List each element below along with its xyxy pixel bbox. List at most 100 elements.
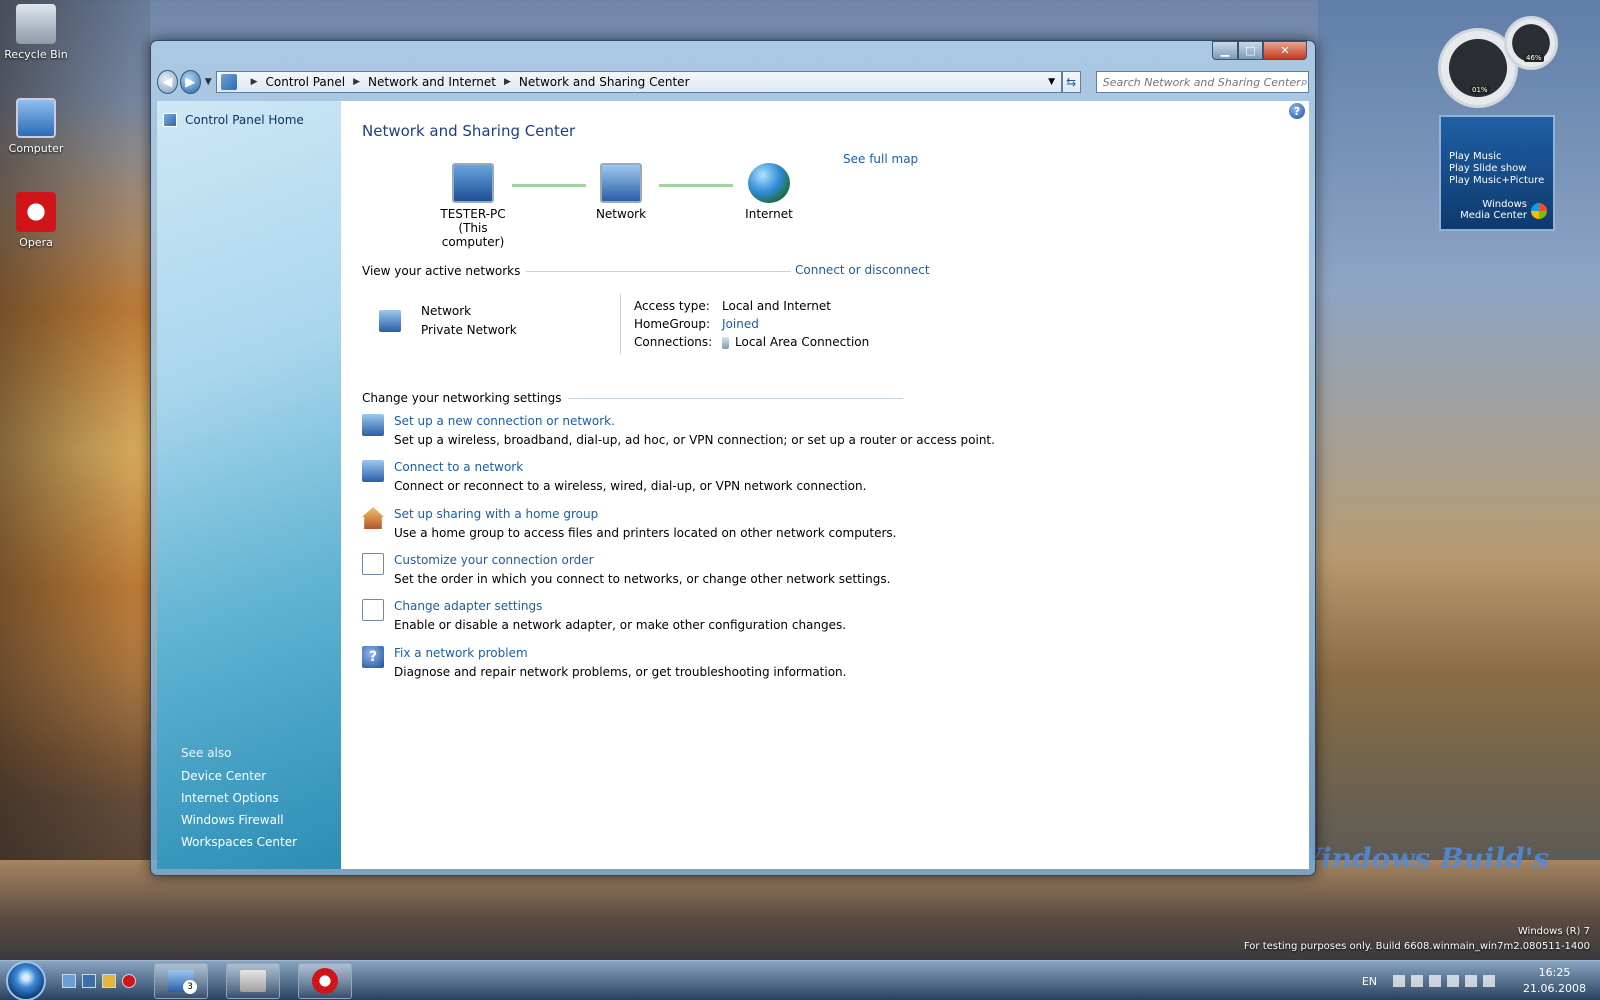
task-title[interactable]: Customize your connection order: [394, 553, 890, 567]
show-hidden-icons-icon[interactable]: [1393, 975, 1406, 987]
media-item-play-music-picture[interactable]: Play Music+Picture: [1449, 175, 1553, 186]
volume-icon[interactable]: [1483, 975, 1496, 987]
watermark-line-1: Windows (R) 7: [1517, 926, 1590, 937]
media-item-play-slideshow[interactable]: Play Slide show: [1449, 163, 1553, 174]
search-icon[interactable]: ⌕: [1301, 75, 1308, 90]
recent-pages-dropdown[interactable]: ▼: [205, 77, 212, 87]
opera-icon[interactable]: [122, 973, 136, 988]
task-desc: Set the order in which you connect to ne…: [394, 572, 891, 586]
taskbar-network-button[interactable]: 3: [154, 962, 208, 999]
task-adapter-settings[interactable]: Change adapter settings Enable or disabl…: [362, 599, 846, 632]
see-also-workspaces-center[interactable]: Workspaces Center: [181, 835, 297, 849]
recycle-bin-icon: [16, 4, 56, 44]
taskbar-control-panel-button[interactable]: [226, 962, 280, 999]
map-node-network[interactable]: Network: [591, 163, 651, 221]
show-desktop-icon[interactable]: [62, 973, 76, 988]
task-connection-order[interactable]: Customize your connection order Set the …: [362, 553, 890, 586]
see-also-header: See also: [181, 746, 232, 760]
desktop-icon-opera[interactable]: Opera: [0, 192, 72, 249]
display-icon[interactable]: [1465, 975, 1478, 987]
help-icon: ?: [362, 646, 384, 668]
see-also-device-center[interactable]: Device Center: [181, 769, 297, 783]
cpu-meter-gadget[interactable]: 01% 46%: [1438, 14, 1558, 108]
network-properties: Access type: Local and Internet HomeGrou…: [634, 299, 869, 353]
control-panel-icon: [240, 969, 266, 992]
start-button[interactable]: [6, 960, 46, 1000]
globe-icon: [748, 163, 790, 203]
task-title[interactable]: Set up sharing with a home group: [394, 507, 897, 521]
clock[interactable]: 16:25 21.06.2008: [1523, 965, 1586, 997]
network-label: Network: [595, 207, 647, 221]
see-full-map-link[interactable]: See full map: [843, 152, 918, 166]
window-count-badge: 3: [183, 979, 197, 994]
connect-network-icon: [362, 460, 384, 482]
task-title[interactable]: Connect to a network: [394, 460, 866, 474]
taskbar-opera-button[interactable]: [298, 962, 352, 999]
task-new-connection[interactable]: Set up a new connection or network. Set …: [362, 414, 995, 447]
checklist-icon: [362, 553, 384, 575]
minimize-button[interactable]: ▁: [1212, 41, 1238, 60]
switch-windows-icon[interactable]: [82, 973, 96, 988]
breadcrumb-control-panel[interactable]: Control Panel: [266, 75, 346, 89]
close-button[interactable]: ✕: [1263, 41, 1307, 60]
connection-name: Local Area Connection: [735, 335, 870, 349]
forward-button[interactable]: ▶: [179, 70, 201, 94]
chevron-right-icon[interactable]: ▶: [353, 77, 360, 87]
task-connect-network[interactable]: Connect to a network Connect or reconnec…: [362, 460, 866, 493]
media-center-gadget[interactable]: Play Music Play Slide show Play Music+Pi…: [1439, 115, 1555, 231]
task-title[interactable]: Change adapter settings: [394, 599, 846, 613]
connect-or-disconnect-link[interactable]: Connect or disconnect: [791, 263, 930, 277]
build-watermark: Windows (R) 7 For testing purposes only.…: [1244, 924, 1590, 954]
back-button[interactable]: ◀: [157, 70, 178, 94]
task-title[interactable]: Set up a new connection or network.: [394, 414, 995, 428]
task-desc: Use a home group to access files and pri…: [394, 526, 897, 540]
opera-icon: [16, 192, 56, 232]
network-tray-icon[interactable]: [1447, 975, 1460, 987]
security-icon[interactable]: [1429, 975, 1442, 987]
maximize-button[interactable]: □: [1238, 41, 1263, 60]
access-type-label: Access type:: [634, 299, 710, 313]
cpu-value: 01%: [1470, 86, 1490, 94]
page-title: Network and Sharing Center: [362, 122, 576, 140]
main-content: ? Network and Sharing Center See full ma…: [341, 101, 1309, 869]
computer-icon: [16, 98, 56, 138]
chevron-right-icon[interactable]: ▶: [251, 77, 258, 87]
see-also-internet-options[interactable]: Internet Options: [181, 791, 297, 805]
control-panel-icon: [163, 113, 177, 127]
keyboard-icon[interactable]: [1411, 975, 1424, 987]
active-network-entry[interactable]: Network Private Network: [379, 304, 517, 342]
help-icon[interactable]: ?: [1289, 103, 1305, 119]
task-home-group[interactable]: Set up sharing with a home group Use a h…: [362, 507, 897, 540]
map-node-internet[interactable]: Internet: [739, 163, 799, 221]
language-indicator[interactable]: EN: [1362, 975, 1377, 988]
address-dropdown-icon[interactable]: ▼: [1043, 77, 1061, 87]
search-box[interactable]: ⌕: [1095, 71, 1310, 93]
control-panel-home-link[interactable]: Control Panel Home: [163, 113, 304, 127]
active-networks-header-text: View your active networks: [362, 264, 521, 278]
connection-link[interactable]: Local Area Connection: [722, 335, 870, 349]
clock-time: 16:25: [1538, 966, 1571, 979]
map-node-computer[interactable]: TESTER-PC (This computer): [433, 163, 513, 249]
desktop-icon-recycle-bin[interactable]: Recycle Bin: [0, 4, 72, 61]
search-input[interactable]: [1102, 75, 1301, 89]
breadcrumb-network-internet[interactable]: Network and Internet: [368, 75, 496, 89]
task-fix-problem[interactable]: ? Fix a network problem Diagnose and rep…: [362, 646, 846, 679]
windows-builds-logo: Windows Build's: [1290, 842, 1550, 875]
taskbar: 3 EN 16:25 21.06.2008: [0, 960, 1600, 1000]
address-bar[interactable]: ▶ Control Panel ▶ Network and Internet ▶…: [215, 71, 1062, 93]
task-title[interactable]: Fix a network problem: [394, 646, 846, 660]
see-also-windows-firewall[interactable]: Windows Firewall: [181, 813, 297, 827]
home-icon: [362, 507, 384, 529]
active-networks-header: View your active networks: [362, 264, 827, 278]
chevron-right-icon[interactable]: ▶: [504, 77, 511, 87]
media-player-icon[interactable]: [102, 973, 116, 988]
desktop-icon-computer[interactable]: Computer: [0, 98, 72, 155]
window-client-area: Control Panel Home See also Device Cente…: [157, 101, 1309, 869]
breadcrumb-network-sharing-center[interactable]: Network and Sharing Center: [519, 75, 690, 89]
memory-value: 46%: [1524, 54, 1544, 62]
media-item-play-music[interactable]: Play Music: [1449, 151, 1553, 162]
network-type: Private Network: [421, 323, 517, 337]
refresh-button[interactable]: ⇆: [1061, 71, 1081, 93]
computer-icon: [452, 163, 494, 203]
homegroup-link[interactable]: Joined: [722, 317, 759, 331]
